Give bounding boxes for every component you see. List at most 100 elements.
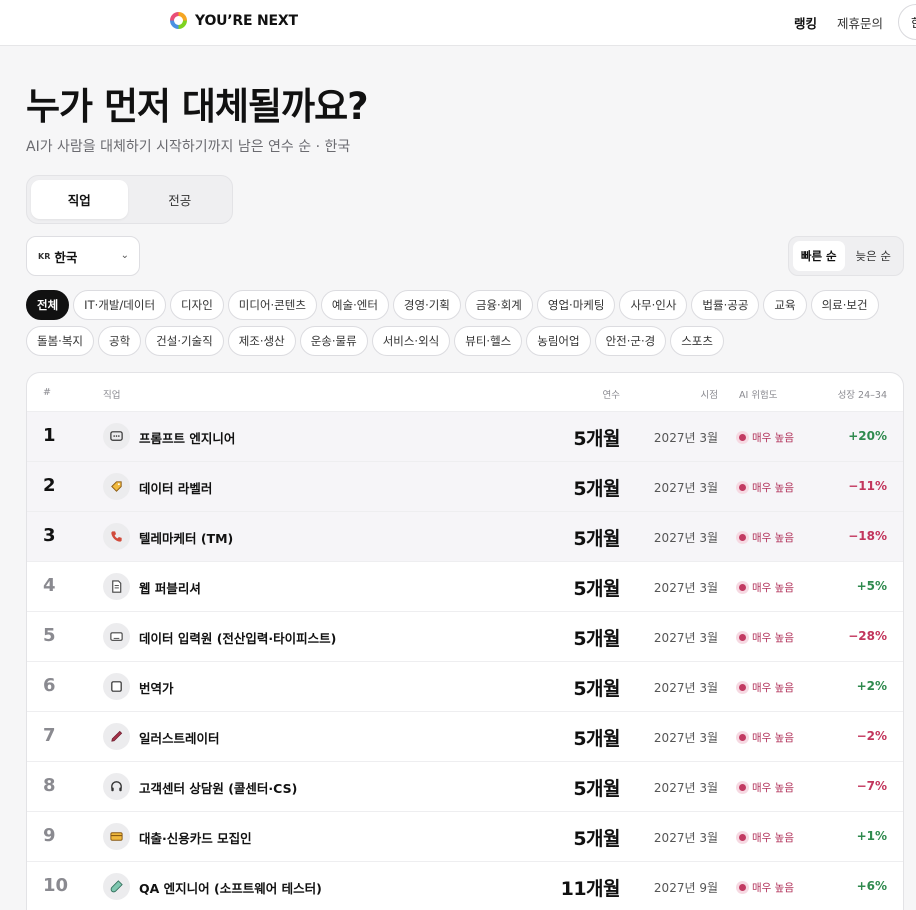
category-chip[interactable]: 돌봄·복지 (26, 326, 94, 356)
row-job: 대출·신용카드 모집인 (139, 831, 252, 846)
risk-dot-icon (739, 484, 746, 491)
row-date: 2027년 3월 (653, 581, 718, 595)
category-chip[interactable]: 운송·물류 (299, 326, 368, 356)
risk-badge: 매우 높음 (739, 580, 794, 595)
row-years: 5개월 (573, 778, 620, 800)
tab-major[interactable]: 전공 (132, 180, 229, 219)
category-chip[interactable]: 교육 (763, 290, 807, 320)
risk-dot-icon (739, 684, 746, 691)
table-row[interactable]: 10 QA 엔지니어 (소프트웨어 테스터) 11개월 2027년 9월 매우 … (27, 861, 903, 910)
risk-dot-icon (739, 434, 746, 441)
risk-label: 매우 높음 (752, 882, 794, 894)
col-growth: 성장 24–34 (837, 390, 887, 401)
category-chip[interactable]: 공학 (97, 326, 142, 356)
row-date: 2027년 3월 (653, 631, 718, 645)
category-chip[interactable]: 법률·공공 (691, 290, 760, 320)
sort-fastest-button[interactable]: 빠른 순 (793, 241, 845, 271)
risk-badge: 매우 높음 (739, 880, 794, 895)
row-job: 데이터 입력원 (전산입력·타이피스트) (139, 631, 337, 646)
row-rank: 10 (43, 875, 69, 896)
table-row[interactable]: 9 대출·신용카드 모집인 5개월 2027년 3월 매우 높음 +1% (27, 811, 903, 861)
logo-ring-icon (170, 12, 187, 29)
category-chip[interactable]: 제조·생산 (227, 326, 296, 356)
row-years: 5개월 (573, 578, 620, 600)
category-chip[interactable]: 서비스·외식 (371, 326, 451, 356)
chat-bubble-icon (103, 423, 130, 450)
row-date: 2027년 3월 (653, 731, 718, 745)
risk-label: 매우 높음 (752, 632, 794, 644)
table-row[interactable]: 1 프롬프트 엔지니어 5개월 2027년 3월 매우 높음 +20% (27, 411, 903, 461)
test-tube-icon (103, 873, 130, 900)
table-row[interactable]: 2 데이터 라벨러 5개월 2027년 3월 매우 높음 −11% (27, 461, 903, 511)
page-title: 누가 먼저 대체될까요? (26, 85, 369, 128)
category-chip[interactable]: 예술·엔터 (320, 290, 389, 320)
keyboard-icon (103, 623, 130, 650)
category-chip[interactable]: IT·개발/데이터 (73, 290, 167, 320)
row-growth: −11% (848, 479, 887, 493)
nav-partnership[interactable]: 제휴문의 (837, 13, 883, 32)
risk-label: 매우 높음 (752, 482, 794, 494)
sort-latest-button[interactable]: 늦은 순 (848, 241, 900, 271)
country-select[interactable]: KR 한국 ⌄ (26, 236, 140, 276)
col-when: 시점 (700, 390, 718, 401)
table-row[interactable]: 8 고객센터 상담원 (콜센터·CS) 5개월 2027년 3월 매우 높음 −… (27, 761, 903, 811)
row-rank: 3 (43, 525, 56, 546)
nav-ranking[interactable]: 랭킹 (794, 13, 817, 32)
sort-toggle: 빠른 순 늦은 순 (788, 236, 904, 276)
risk-badge: 매우 높음 (739, 780, 794, 795)
risk-badge: 매우 높음 (739, 480, 794, 495)
row-growth: +2% (856, 679, 887, 693)
brand-logo[interactable]: YOU’RE NEXT (170, 12, 298, 29)
risk-label: 매우 높음 (752, 832, 794, 844)
row-years: 5개월 (573, 628, 620, 650)
category-chip[interactable]: 스포츠 (670, 326, 724, 356)
risk-label: 매우 높음 (752, 432, 794, 444)
category-chip[interactable]: 안전·군·경 (594, 326, 667, 356)
category-chip-all[interactable]: 전체 (26, 290, 70, 320)
table-row[interactable]: 7 일러스트레이터 5개월 2027년 3월 매우 높음 −2% (27, 711, 903, 761)
row-job: 고객센터 상담원 (콜센터·CS) (139, 781, 298, 796)
category-chip[interactable]: 사무·인사 (619, 290, 688, 320)
row-date: 2027년 3월 (653, 481, 718, 495)
book-icon (103, 673, 130, 700)
risk-badge: 매우 높음 (739, 830, 794, 845)
row-date: 2027년 9월 (653, 881, 718, 895)
risk-label: 매우 높음 (752, 732, 794, 744)
risk-label: 매우 높음 (752, 782, 794, 794)
page-subtitle: AI가 사람을 대체하기 시작하기까지 남은 연수 순 · 한국 (26, 139, 351, 155)
category-chip[interactable]: 농림어업 (526, 326, 591, 356)
category-chip[interactable]: 경영·기획 (392, 290, 461, 320)
table-row[interactable]: 4 웹 퍼블리셔 5개월 2027년 3월 매우 높음 +5% (27, 561, 903, 611)
risk-dot-icon (739, 734, 746, 741)
table-row[interactable]: 3 텔레마케터 (TM) 5개월 2027년 3월 매우 높음 −18% (27, 511, 903, 561)
category-chip[interactable]: 뷰티·헬스 (454, 326, 523, 356)
risk-dot-icon (739, 784, 746, 791)
row-date: 2027년 3월 (653, 431, 718, 445)
category-chip[interactable]: 미디어·콘텐츠 (227, 290, 317, 320)
row-growth: −7% (856, 779, 887, 793)
row-rank: 7 (43, 725, 56, 746)
row-years: 5개월 (573, 678, 620, 700)
tag-icon (103, 473, 130, 500)
category-chip[interactable]: 영업·마케팅 (536, 290, 616, 320)
row-rank: 6 (43, 675, 56, 696)
table-row[interactable]: 5 데이터 입력원 (전산입력·타이피스트) 5개월 2027년 3월 매우 높… (27, 611, 903, 661)
top-nav: YOU’RE NEXT 랭킹 제휴문의 한 (0, 0, 916, 46)
country-code: KR (38, 251, 51, 261)
card-icon (103, 823, 130, 850)
table-row[interactable]: 6 번역가 5개월 2027년 3월 매우 높음 +2% (27, 661, 903, 711)
category-chip[interactable]: 건설·기술직 (145, 326, 224, 356)
tab-occupation[interactable]: 직업 (31, 180, 128, 219)
col-risk: AI 위험도 (739, 390, 778, 401)
chevron-down-icon: ⌄ (120, 250, 129, 261)
category-chip[interactable]: 금융·회계 (464, 290, 533, 320)
row-years: 5개월 (573, 828, 620, 850)
language-button[interactable]: 한 (898, 4, 916, 40)
risk-label: 매우 높음 (752, 582, 794, 594)
risk-badge: 매우 높음 (739, 430, 794, 445)
category-chip[interactable]: 의료·보건 (810, 290, 879, 320)
row-years: 5개월 (573, 528, 620, 550)
risk-dot-icon (739, 584, 746, 591)
row-years: 5개월 (573, 428, 620, 450)
category-chip[interactable]: 디자인 (170, 290, 224, 320)
